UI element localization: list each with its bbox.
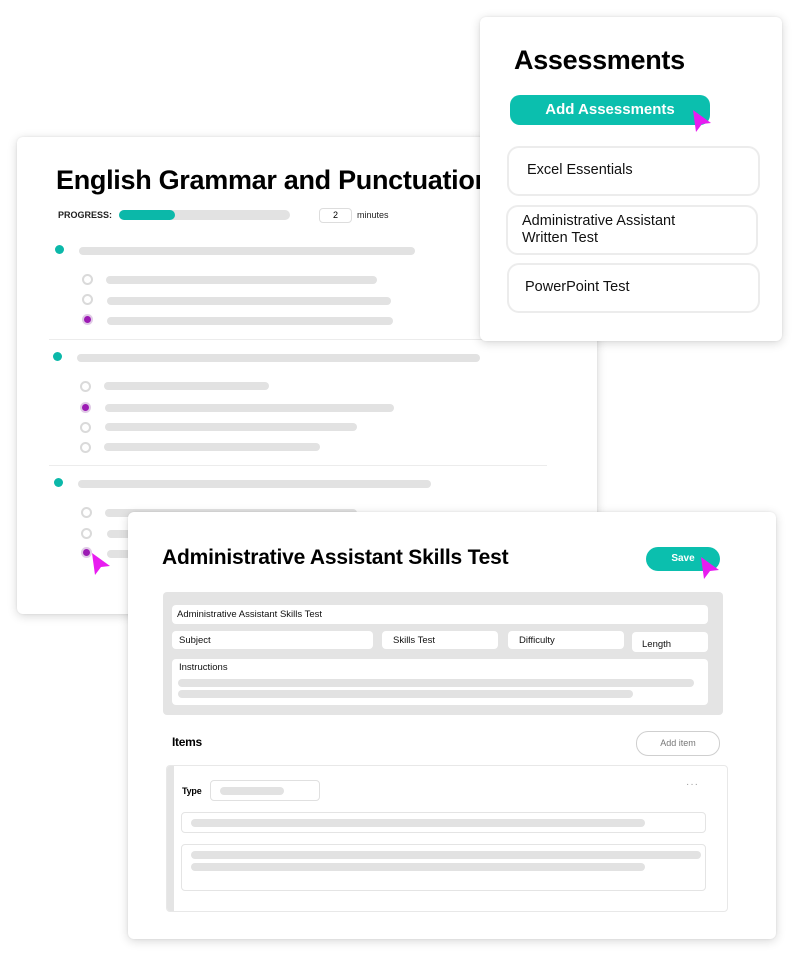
- difficulty-select[interactable]: Difficulty: [508, 631, 624, 649]
- assessment-item-label: Excel Essentials: [527, 162, 633, 178]
- instructions-textarea[interactable]: Instructions: [172, 659, 708, 705]
- skills-test-editor-card: Administrative Assistant Skills Test Sav…: [128, 512, 776, 939]
- text-placeholder: [191, 863, 645, 871]
- mouse-cursor-icon: [92, 553, 110, 575]
- item-type-select[interactable]: [210, 780, 320, 801]
- length-input[interactable]: Length: [632, 632, 708, 652]
- divider: [49, 465, 547, 466]
- question-text-placeholder: [77, 354, 480, 362]
- text-placeholder: [178, 690, 633, 698]
- item-card: Type ···: [166, 765, 728, 912]
- test-details-form: Administrative Assistant Skills Test Sub…: [163, 592, 723, 715]
- option-text-placeholder: [104, 382, 269, 390]
- radio-option[interactable]: [81, 507, 92, 518]
- option-text-placeholder: [105, 423, 357, 431]
- type-value: Skills Test: [393, 635, 436, 646]
- minutes-label: minutes: [357, 210, 389, 220]
- radio-option[interactable]: [80, 442, 91, 453]
- question-bullet-icon: [53, 352, 62, 361]
- option-text-placeholder: [107, 297, 391, 305]
- option-text-placeholder: [105, 404, 394, 412]
- text-placeholder: [178, 679, 694, 687]
- radio-option[interactable]: [82, 274, 93, 285]
- more-horizontal-icon[interactable]: ···: [686, 779, 699, 790]
- assessment-item-admin-assistant-written[interactable]: Administrative Assistant Written Test: [506, 205, 758, 255]
- option-text-placeholder: [104, 443, 320, 451]
- assessment-item-label: Administrative Assistant Written Test: [522, 213, 676, 246]
- test-name-input[interactable]: Administrative Assistant Skills Test: [172, 605, 708, 624]
- drag-handle[interactable]: [167, 766, 174, 911]
- progress-bar: [119, 210, 290, 220]
- subject-placeholder: Subject: [179, 635, 211, 646]
- text-placeholder: [220, 787, 284, 795]
- instructions-label: Instructions: [179, 662, 228, 673]
- option-text-placeholder: [106, 276, 377, 284]
- subject-input[interactable]: Subject: [172, 631, 373, 649]
- difficulty-placeholder: Difficulty: [519, 635, 555, 646]
- mouse-cursor-icon: [693, 110, 711, 132]
- radio-option[interactable]: [80, 422, 91, 433]
- test-title: Administrative Assistant Skills Test: [162, 546, 509, 569]
- radio-option[interactable]: [81, 528, 92, 539]
- assessments-title: Assessments: [514, 45, 685, 75]
- radio-option-selected[interactable]: [82, 314, 93, 325]
- progress-bar-fill: [119, 210, 176, 220]
- items-heading: Items: [172, 735, 202, 749]
- assessment-item-powerpoint-test[interactable]: PowerPoint Test: [507, 263, 760, 313]
- assessments-card: Assessments Add Assessments Excel Essent…: [480, 17, 782, 341]
- question-bullet-icon: [55, 245, 64, 254]
- radio-option[interactable]: [82, 294, 93, 305]
- option-text-placeholder: [107, 317, 393, 325]
- assessment-item-excel-essentials[interactable]: Excel Essentials: [507, 146, 760, 196]
- text-placeholder: [191, 819, 645, 827]
- item-answer-textarea[interactable]: [181, 844, 706, 891]
- text-placeholder: [191, 851, 701, 859]
- item-question-input[interactable]: [181, 812, 706, 833]
- assessment-item-label: PowerPoint Test: [525, 279, 630, 295]
- minutes-input[interactable]: 2: [319, 208, 352, 223]
- type-select[interactable]: Skills Test: [382, 631, 498, 649]
- progress-label: PROGRESS:: [58, 210, 113, 220]
- question-text-placeholder: [79, 247, 415, 255]
- radio-option-selected[interactable]: [80, 402, 91, 413]
- length-placeholder: Length: [642, 639, 672, 650]
- mouse-cursor-icon: [701, 557, 719, 579]
- quiz-title: English Grammar and Punctuation: [56, 165, 491, 195]
- question-text-placeholder: [78, 480, 431, 488]
- test-name-value: Administrative Assistant Skills Test: [177, 609, 323, 620]
- add-item-button[interactable]: Add item: [636, 731, 720, 756]
- question-bullet-icon: [54, 478, 63, 487]
- add-assessments-button[interactable]: Add Assessments: [510, 95, 710, 125]
- item-type-label: Type: [182, 786, 202, 796]
- radio-option[interactable]: [80, 381, 91, 392]
